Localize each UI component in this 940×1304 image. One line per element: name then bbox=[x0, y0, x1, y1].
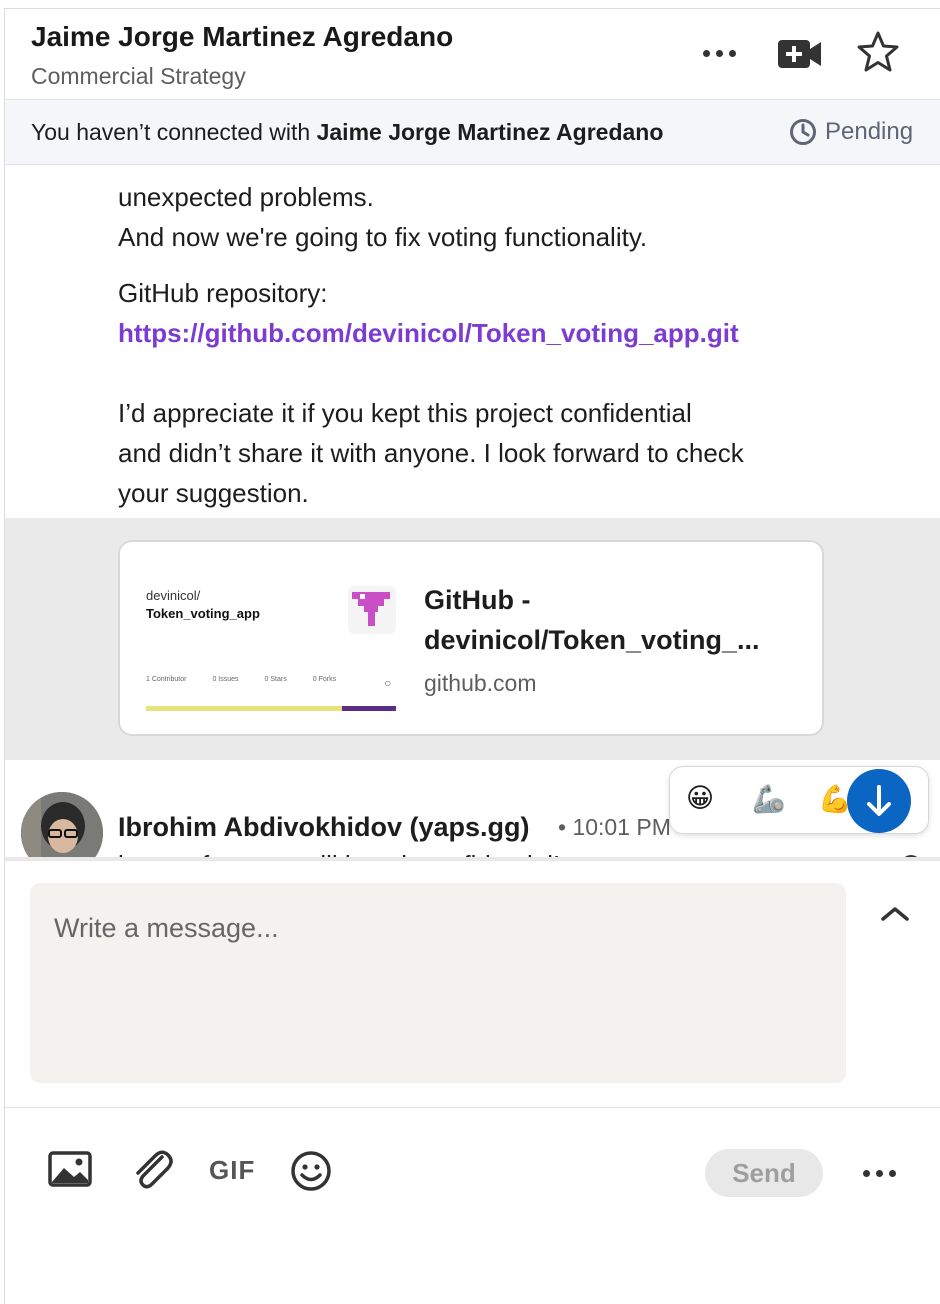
message-input[interactable]: Write a message... bbox=[30, 883, 846, 1083]
avatar[interactable] bbox=[21, 792, 103, 859]
attach-image-button[interactable] bbox=[47, 1149, 93, 1194]
reaction-grinning[interactable]: 😀 bbox=[686, 783, 714, 814]
stars-stat: 0 Stars bbox=[264, 676, 287, 683]
banner-prefix: You haven’t connected with bbox=[31, 119, 317, 145]
connection-banner: You haven’t connected with Jaime Jorge M… bbox=[5, 99, 940, 165]
divider bbox=[5, 1107, 940, 1108]
link-preview-thumbnail: devinicol/ Token_voting_app 1 Contributo… bbox=[120, 542, 410, 734]
arrow-down-icon bbox=[867, 785, 891, 816]
video-call-icon bbox=[778, 40, 821, 68]
message-input-placeholder: Write a message... bbox=[54, 913, 279, 943]
chevron-up-icon bbox=[881, 907, 909, 921]
link-preview-card[interactable]: devinicol/ Token_voting_app 1 Contributo… bbox=[118, 540, 824, 736]
language-bar bbox=[342, 706, 396, 711]
pending-label: Pending bbox=[825, 118, 914, 145]
repo-avatar-icon bbox=[348, 586, 396, 634]
composer-more-options-button[interactable] bbox=[857, 1153, 901, 1193]
emoji-button[interactable] bbox=[289, 1149, 333, 1198]
thumbnail-repo: Token_voting_app bbox=[146, 606, 260, 621]
issues-stat: 0 Issues bbox=[212, 676, 239, 683]
gif-button[interactable]: GIF bbox=[209, 1155, 255, 1186]
reaction-mechanical-arm[interactable]: 🦾 bbox=[752, 783, 786, 815]
link-title-line: devinicol/Token_voting_... bbox=[424, 625, 760, 655]
link-preview-area: devinicol/ Token_voting_app 1 Contributo… bbox=[5, 518, 940, 760]
contact-headline: Commercial Strategy bbox=[31, 63, 246, 89]
repository-link[interactable]: https://github.com/devinicol/Token_votin… bbox=[118, 313, 739, 353]
link-preview-domain: github.com bbox=[424, 670, 537, 696]
message-line: GitHub repository: bbox=[118, 278, 328, 308]
connection-banner-text: You haven’t connected with Jaime Jorge M… bbox=[31, 119, 663, 146]
more-icon bbox=[862, 1169, 870, 1177]
conversation-header: Jaime Jorge Martinez Agredano Commercial… bbox=[5, 9, 940, 99]
pending-status[interactable]: Pending bbox=[789, 118, 913, 146]
link-preview-title[interactable]: GitHub - devinicol/Token_voting_... bbox=[424, 580, 814, 660]
timestamp-value: 10:01 PM bbox=[572, 814, 671, 840]
more-icon bbox=[702, 49, 710, 57]
clock-icon bbox=[790, 119, 816, 145]
attach-file-button[interactable] bbox=[129, 1149, 175, 1198]
thumbnail-stats: 1 Contributor 0 Issues 0 Stars 0 Forks bbox=[146, 676, 336, 683]
send-button[interactable]: Send bbox=[705, 1149, 823, 1197]
message-line: And now we're going to fix voting functi… bbox=[118, 222, 648, 252]
contributors-stat: 1 Contributor bbox=[146, 676, 187, 683]
message-line: I’d appreciate it if you kept this proje… bbox=[118, 398, 692, 428]
github-icon: ○ bbox=[384, 676, 392, 690]
messaging-window: Jaime Jorge Martinez Agredano Commercial… bbox=[4, 8, 940, 1304]
language-bar bbox=[146, 706, 342, 711]
smiley-icon bbox=[291, 1151, 331, 1191]
message-line: and didn’t share it with anyone. I look … bbox=[118, 438, 744, 468]
message-line: unexpected problems. bbox=[118, 182, 374, 212]
star-button[interactable] bbox=[855, 29, 901, 75]
more-options-button[interactable] bbox=[695, 33, 743, 73]
thumbnail-owner: devinicol/ bbox=[146, 588, 201, 603]
message-timestamp: • 10:01 PM bbox=[558, 814, 671, 840]
scroll-to-bottom-button[interactable] bbox=[847, 769, 911, 833]
paperclip-icon bbox=[136, 1150, 173, 1189]
video-call-button[interactable] bbox=[777, 37, 823, 71]
star-icon bbox=[857, 31, 899, 72]
link-title-line: GitHub - bbox=[424, 585, 531, 615]
banner-contact-name: Jaime Jorge Martinez Agredano bbox=[316, 119, 664, 145]
message-line: your suggestion. bbox=[118, 478, 309, 508]
message-list[interactable]: unexpected problems. And now we're going… bbox=[5, 165, 940, 859]
image-icon bbox=[48, 1151, 92, 1187]
message-composer: Write a message... GIF Send bbox=[5, 861, 940, 1304]
sender-name[interactable]: Ibrohim Abdivokhidov (yaps.gg) bbox=[118, 812, 530, 843]
forks-stat: 0 Forks bbox=[312, 676, 337, 683]
contact-name[interactable]: Jaime Jorge Martinez Agredano bbox=[31, 21, 453, 53]
expand-composer-button[interactable] bbox=[875, 899, 915, 929]
